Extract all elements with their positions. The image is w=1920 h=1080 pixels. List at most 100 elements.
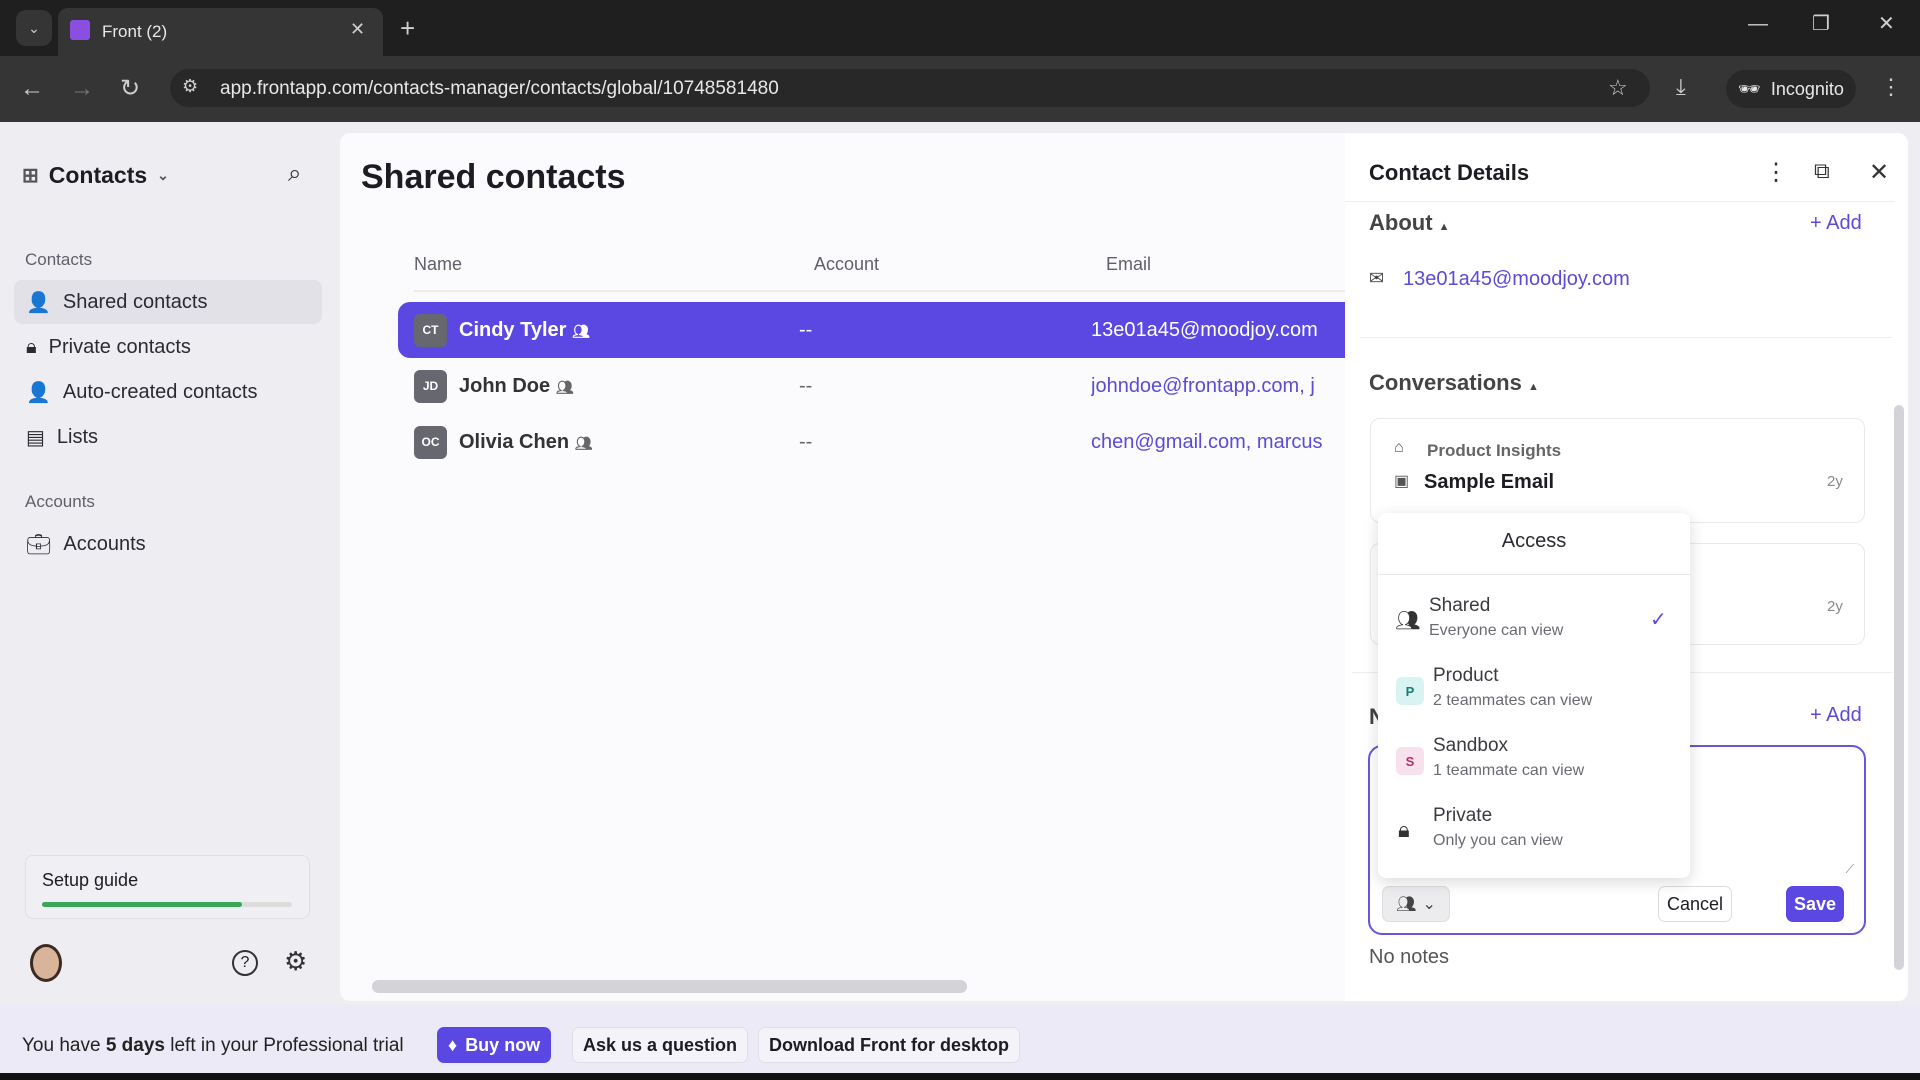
sidebar-item-label: Lists xyxy=(56,425,99,448)
archive-icon: ▣ xyxy=(1394,473,1410,490)
mail-icon: ✉ xyxy=(1369,268,1385,288)
access-option-sandbox[interactable]: S Sandbox 1 teammate can view xyxy=(1378,735,1690,795)
column-header-account[interactable]: Account xyxy=(814,254,879,275)
sidebar-item-lists[interactable]: ▤ Lists xyxy=(14,415,322,459)
close-icon[interactable]: ✕ xyxy=(1869,158,1889,187)
option-title: Shared xyxy=(1429,595,1491,616)
access-dropdown-menu: Access 👥︎ Shared Everyone can view ✓ P P… xyxy=(1378,513,1690,878)
caret-up-icon: ▲ xyxy=(1527,381,1539,393)
user-auto-icon: 👤 xyxy=(26,381,51,404)
setup-guide-card[interactable]: Setup guide xyxy=(25,855,310,919)
page-title: Shared contacts xyxy=(361,158,626,196)
vertical-scrollbar[interactable] xyxy=(1894,405,1904,970)
contact-account: -- xyxy=(799,430,813,453)
save-button[interactable]: Save xyxy=(1786,886,1844,922)
team-badge-icon: S xyxy=(1396,747,1424,775)
option-subtitle: 2 teammates can view xyxy=(1433,692,1593,709)
bookmark-star-icon[interactable]: ☆ xyxy=(1608,77,1628,99)
option-subtitle: 1 teammate can view xyxy=(1433,762,1585,779)
cancel-button[interactable]: Cancel xyxy=(1658,886,1732,922)
screen-edge xyxy=(0,1073,1920,1080)
conversation-card[interactable]: ⌂ Product Insights ▣ Sample Email 2y xyxy=(1370,418,1865,523)
about-section-toggle[interactable]: About ▲ xyxy=(1369,210,1450,236)
address-bar[interactable]: ⚙ app.frontapp.com/contacts-manager/cont… xyxy=(170,69,1650,107)
download-icon[interactable]: ⤓ xyxy=(1676,76,1686,98)
access-option-private[interactable]: 🔒︎ Private Only you can view xyxy=(1378,805,1690,865)
sidebar-item-label: Auto-created contacts xyxy=(62,380,258,403)
header-divider xyxy=(1345,201,1895,202)
lock-icon: 🔒︎ xyxy=(1398,817,1410,842)
sidebar-item-accounts[interactable]: 💼︎ Accounts xyxy=(14,522,322,566)
column-header-email[interactable]: Email xyxy=(1106,254,1151,275)
browser-tab[interactable]: Front (2) ✕ xyxy=(58,8,383,56)
sidebar-item-shared-contacts[interactable]: 👤 Shared contacts xyxy=(14,280,322,324)
tab-search-button[interactable]: ⌄ xyxy=(16,10,52,46)
ask-question-button[interactable]: Ask us a question xyxy=(572,1027,749,1063)
shared-users-icon: 👥︎ xyxy=(1395,610,1421,632)
conversation-age: 2y xyxy=(1827,598,1843,615)
add-about-button[interactable]: + Add xyxy=(1810,212,1862,235)
restore-icon[interactable]: ❐ xyxy=(1812,14,1830,34)
about-heading: About xyxy=(1369,210,1433,235)
conversations-section-toggle[interactable]: Conversations ▲ xyxy=(1369,370,1539,396)
contact-account: -- xyxy=(799,374,813,397)
contact-avatar: JD xyxy=(414,369,447,403)
search-icon[interactable]: ⌕ xyxy=(288,160,301,188)
back-icon[interactable]: ← xyxy=(20,77,44,101)
access-dropdown-button[interactable]: 👥︎ ⌄ xyxy=(1382,886,1450,922)
site-info-icon[interactable]: ⚙ xyxy=(182,77,198,95)
menu-divider xyxy=(1378,574,1690,575)
option-title: Private xyxy=(1433,805,1493,826)
shared-icon: 👥︎ xyxy=(572,322,590,339)
sidebar-item-private-contacts[interactable]: 🔒︎ Private contacts xyxy=(14,325,322,369)
no-notes-text: No notes xyxy=(1369,946,1450,968)
contact-name: Olivia Chen xyxy=(459,430,570,453)
avatar[interactable] xyxy=(30,944,62,982)
chevron-down-icon: ⌄ xyxy=(157,167,169,183)
new-tab-icon[interactable]: + xyxy=(400,15,415,41)
incognito-icon: 🕶 xyxy=(1738,78,1761,99)
option-subtitle: Everyone can view xyxy=(1429,622,1564,639)
contacts-switcher[interactable]: ⊞ Contacts ⌄ xyxy=(22,162,169,189)
setup-progress-bar xyxy=(42,902,292,907)
horizontal-scrollbar[interactable] xyxy=(372,980,967,993)
option-title: Product xyxy=(1433,665,1499,686)
close-window-icon[interactable]: ✕ xyxy=(1878,14,1895,34)
close-tab-icon[interactable]: ✕ xyxy=(350,20,365,38)
contact-email[interactable]: johndoe@frontapp.com, j xyxy=(1091,375,1331,398)
table-row[interactable]: OC Olivia Chen 👥︎ -- chen@gmail.com, mar… xyxy=(398,414,1345,470)
download-desktop-button[interactable]: Download Front for desktop xyxy=(758,1027,1020,1063)
details-title: Contact Details xyxy=(1369,160,1530,185)
team-badge-icon: P xyxy=(1396,677,1424,705)
reload-icon[interactable]: ↻ xyxy=(120,77,140,101)
contact-account: -- xyxy=(799,318,813,341)
buy-now-button[interactable]: ♦ Buy now xyxy=(437,1027,552,1063)
resize-handle-icon[interactable]: ⟋ xyxy=(1846,862,1854,877)
column-header-name[interactable]: Name xyxy=(414,254,462,275)
forward-icon[interactable]: → xyxy=(70,77,94,101)
browser-menu-icon[interactable]: ⋮ xyxy=(1880,76,1902,98)
help-icon[interactable]: ? xyxy=(232,950,258,976)
incognito-badge[interactable]: 🕶 Incognito xyxy=(1726,70,1856,108)
sidebar-item-auto-created-contacts[interactable]: 👤 Auto-created contacts xyxy=(14,370,322,414)
access-option-shared[interactable]: 👥︎ Shared Everyone can view ✓ xyxy=(1378,595,1690,655)
gear-icon[interactable]: ⚙ xyxy=(284,946,307,977)
contact-avatar: OC xyxy=(414,425,447,459)
table-row[interactable]: CT Cindy Tyler 👥︎ -- 13e01a45@moodjoy.co… xyxy=(398,302,1345,358)
checkmark-icon: ✓ xyxy=(1650,609,1667,631)
access-option-product[interactable]: P Product 2 teammates can view xyxy=(1378,665,1690,725)
add-note-button[interactable]: + Add xyxy=(1810,704,1862,727)
buy-now-label: Buy now xyxy=(465,1034,541,1055)
lock-icon: 🔒︎ xyxy=(26,335,37,358)
contact-email: 13e01a45@moodjoy.com xyxy=(1091,318,1318,341)
header-divider xyxy=(414,290,1345,292)
more-options-icon[interactable]: ⋮ xyxy=(1764,158,1788,187)
grid-icon: ⊞ xyxy=(22,165,39,187)
table-row[interactable]: JD John Doe 👥︎ -- johndoe@frontapp.com, … xyxy=(398,358,1345,414)
chevron-down-icon: ⌄ xyxy=(1422,896,1436,913)
sidebar-item-label: Private contacts xyxy=(48,335,191,358)
contact-email-link[interactable]: 13e01a45@moodjoy.com xyxy=(1403,268,1630,291)
contact-email[interactable]: chen@gmail.com, marcus xyxy=(1091,431,1331,454)
open-external-icon[interactable]: ⧉ xyxy=(1814,158,1830,184)
minimize-icon[interactable]: — xyxy=(1748,14,1768,34)
